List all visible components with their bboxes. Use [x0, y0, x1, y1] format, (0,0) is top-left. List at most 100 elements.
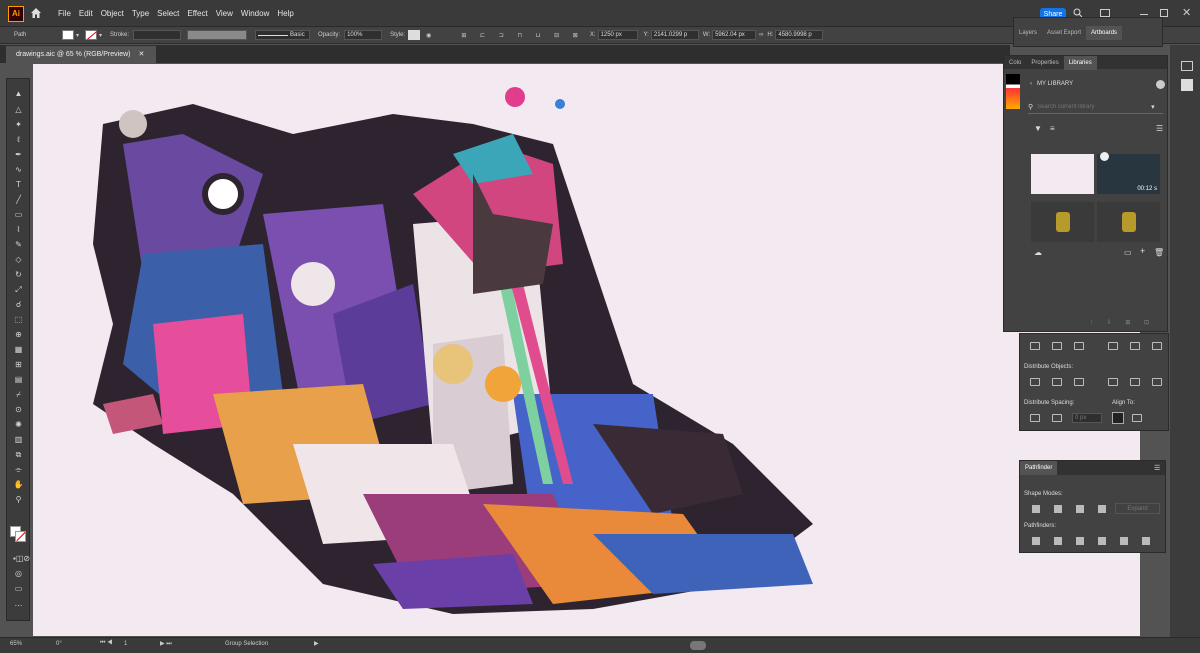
distribute-bottom-icon[interactable]	[1074, 378, 1084, 386]
pen-tool-icon[interactable]: ✒	[13, 150, 24, 159]
outline-icon[interactable]	[1120, 537, 1128, 545]
chevron-down-icon[interactable]: ▾	[76, 32, 79, 39]
paintbrush-tool-icon[interactable]: ⌇	[13, 225, 24, 234]
distribute-hcenter-icon[interactable]	[1130, 378, 1140, 386]
mesh-tool-icon[interactable]: ⊞	[13, 360, 24, 369]
align-right-icon[interactable]	[1074, 342, 1084, 350]
back-chevron-icon[interactable]: ‹	[1030, 81, 1032, 87]
align-to-selection-icon[interactable]	[1112, 412, 1124, 424]
fill-stroke-swatches[interactable]	[10, 526, 26, 542]
link-icon[interactable]: ∞	[759, 32, 763, 38]
horizontal-spacing-icon[interactable]	[1052, 414, 1062, 422]
trim-icon[interactable]	[1054, 537, 1062, 545]
direct-selection-tool-icon[interactable]: △	[13, 105, 24, 114]
menu-effect[interactable]: Effect	[187, 9, 207, 18]
fill-swatch[interactable]	[62, 30, 74, 40]
library-search-field[interactable]: ⚲ ▾	[1028, 100, 1163, 114]
selection-tool-icon[interactable]: ▲	[13, 89, 24, 98]
warp-tool-icon[interactable]: ☌	[13, 300, 24, 309]
color-mode-icons[interactable]: ▪◫⊘	[13, 554, 30, 563]
blend-tool-icon[interactable]: ⊙	[13, 405, 24, 414]
blob-brush-tool-icon[interactable]: ✎	[13, 240, 24, 249]
filter-icon[interactable]: ▼	[1034, 124, 1042, 133]
divide-icon[interactable]	[1032, 537, 1040, 545]
line-tool-icon[interactable]: ╱	[13, 195, 24, 204]
w-field[interactable]: 5962.04 px	[712, 30, 757, 40]
screen-mode-icon[interactable]: ▭	[13, 584, 24, 593]
maximize-icon[interactable]	[1160, 9, 1168, 17]
type-tool-icon[interactable]: T	[13, 180, 24, 189]
align-center-icon[interactable]	[1052, 342, 1062, 350]
expand-button[interactable]: Expand	[1115, 503, 1160, 514]
library-search-input[interactable]	[1037, 103, 1148, 110]
add-item-icon[interactable]: +	[1140, 246, 1145, 256]
minus-front-icon[interactable]	[1054, 505, 1062, 513]
home-icon[interactable]	[30, 7, 42, 19]
artwork-illustration[interactable]	[33, 64, 1140, 636]
color-swatch-strip[interactable]	[1006, 74, 1020, 109]
menu-window[interactable]: Window	[241, 9, 269, 18]
scale-tool-icon[interactable]: ⤢	[13, 285, 24, 294]
distribute-top-icon[interactable]	[1030, 378, 1040, 386]
artboard-tool-icon[interactable]: ⧉	[13, 450, 24, 459]
crop-icon[interactable]	[1098, 537, 1106, 545]
spacing-field[interactable]: 0 px	[1072, 413, 1102, 423]
h-field[interactable]: 4580.9998 p	[775, 30, 824, 40]
libraries-dock-icon[interactable]	[1181, 79, 1193, 91]
eyedropper-tool-icon[interactable]: ⌿	[13, 390, 24, 399]
hand-tool-icon[interactable]: ✋	[13, 480, 24, 489]
menu-object[interactable]: Object	[101, 9, 124, 18]
library-item-swatch[interactable]	[1031, 154, 1094, 194]
variable-width-field[interactable]	[187, 30, 248, 40]
recolor-icon[interactable]: ◉	[426, 32, 431, 39]
align-bottom-icon[interactable]	[1152, 342, 1162, 350]
x-field[interactable]: 1250 px	[597, 30, 638, 40]
align-left-icon[interactable]	[1030, 342, 1040, 350]
artboard-nav-next[interactable]: ▶ ⏭	[160, 640, 172, 648]
chevron-down-icon[interactable]: ▾	[99, 32, 102, 39]
align-top-icon[interactable]	[1108, 342, 1118, 350]
draw-mode-icon[interactable]: ◎	[13, 569, 24, 578]
symbol-sprayer-tool-icon[interactable]: ✺	[13, 420, 24, 429]
shape-builder-tool-icon[interactable]: ⊕	[13, 330, 24, 339]
intersect-icon[interactable]	[1076, 505, 1084, 513]
align-to-option-icon[interactable]	[1132, 414, 1142, 422]
horizontal-scrollbar[interactable]	[690, 641, 706, 650]
vertical-spacing-icon[interactable]	[1030, 414, 1040, 422]
menu-select[interactable]: Select	[157, 9, 179, 18]
tab-color[interactable]: Colo	[1004, 56, 1026, 70]
free-transform-tool-icon[interactable]: ⬚	[13, 315, 24, 324]
unite-icon[interactable]	[1032, 505, 1040, 513]
tab-layers[interactable]: Layers	[1014, 26, 1042, 40]
distribute-vcenter-icon[interactable]	[1052, 378, 1062, 386]
menu-help[interactable]: Help	[277, 9, 293, 18]
distribute-left-icon[interactable]	[1108, 378, 1118, 386]
magic-wand-tool-icon[interactable]: ✦	[13, 120, 24, 129]
close-tab-icon[interactable]: ✕	[138, 51, 144, 58]
opacity-field[interactable]: 100%	[344, 30, 383, 40]
more-tools-icon[interactable]: ⋯	[13, 601, 24, 610]
gradient-tool-icon[interactable]: ▤	[13, 375, 24, 384]
curvature-tool-icon[interactable]: ∿	[13, 165, 24, 174]
sort-icon[interactable]: ≡	[1050, 124, 1055, 133]
panel-menu-icon[interactable]: ☰	[1154, 464, 1160, 472]
user-icon[interactable]	[1156, 80, 1165, 89]
perspective-grid-tool-icon[interactable]: ▦	[13, 345, 24, 354]
menu-view[interactable]: View	[216, 9, 233, 18]
tab-properties[interactable]: Properties	[1026, 56, 1063, 70]
align-middle-icon[interactable]	[1130, 342, 1140, 350]
list-view-icon[interactable]: ☰	[1156, 124, 1163, 133]
close-icon[interactable]: ✕	[1182, 6, 1191, 19]
properties-dock-icon[interactable]	[1181, 61, 1193, 71]
zoom-tool-icon[interactable]: ⚲	[13, 495, 24, 504]
slice-tool-icon[interactable]: ⌯	[13, 465, 24, 474]
menu-type[interactable]: Type	[132, 9, 149, 18]
panel-footer-icons[interactable]: ↑ ⇩ ⊞ ⊡	[1090, 319, 1155, 326]
library-item-logo-2[interactable]	[1097, 202, 1160, 242]
brush-definition-field[interactable]: Basic	[255, 30, 311, 40]
menu-edit[interactable]: Edit	[79, 9, 93, 18]
chevron-down-icon[interactable]: ▾	[1151, 103, 1155, 111]
rotate-tool-icon[interactable]: ↻	[13, 270, 24, 279]
eraser-tool-icon[interactable]: ◇	[13, 255, 24, 264]
status-menu-arrow[interactable]: ▶	[314, 640, 319, 647]
